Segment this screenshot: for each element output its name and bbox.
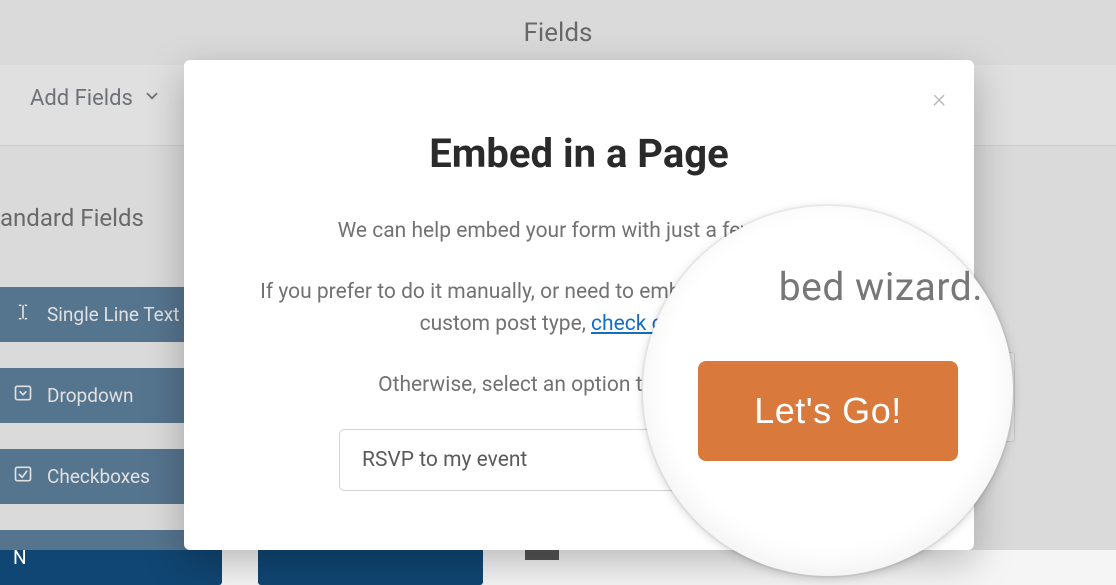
magnifier-callout: bed wizard. Let's Go! <box>643 206 1013 576</box>
magnified-text-fragment: bed wizard. <box>779 264 983 310</box>
lets-go-button[interactable]: Let's Go! <box>698 361 958 461</box>
close-icon[interactable]: × <box>932 86 946 112</box>
modal-title: Embed in a Page <box>244 130 914 177</box>
